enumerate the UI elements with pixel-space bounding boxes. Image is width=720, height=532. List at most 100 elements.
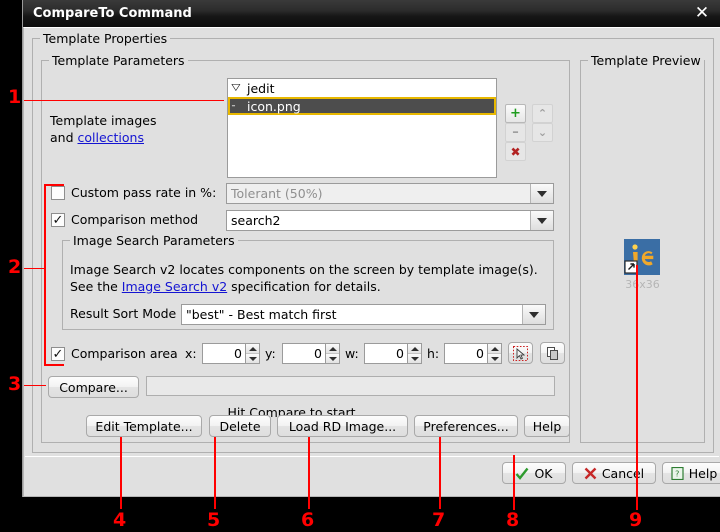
delete-button[interactable]: Delete: [209, 415, 271, 437]
spinner-down-icon[interactable]: [326, 354, 339, 363]
template-preview-image: [624, 239, 660, 275]
preferences-button-label: Preferences...: [423, 419, 508, 434]
tree-row[interactable]: - icon.png: [228, 97, 496, 115]
chevron-down-icon[interactable]: [530, 211, 553, 230]
spinner-arrows[interactable]: [487, 343, 502, 364]
spinner-arrows[interactable]: [325, 343, 340, 364]
spinner-up-icon[interactable]: [246, 344, 259, 354]
spinner-up-icon[interactable]: [488, 344, 501, 354]
annotation-number-9: 9: [629, 511, 642, 530]
title-bar: CompareTo Command ✕: [23, 0, 720, 27]
annotation-number-5: 5: [207, 511, 220, 530]
template-images-label-line1: Template images: [50, 112, 156, 129]
help-button-label: Help: [533, 419, 562, 434]
template-preview-size-label: 36x36: [580, 278, 705, 291]
annotation-leader-6: [308, 437, 310, 509]
template-images-label-line2-prefix: and: [50, 130, 78, 145]
annotation-number-1: 1: [8, 88, 21, 107]
comparison-area-y-label: y:: [265, 346, 276, 361]
chevron-down-icon[interactable]: [530, 184, 553, 203]
compare-progress-bar: [146, 376, 555, 396]
jedit-app-icon: [624, 239, 660, 275]
load-rd-image-button[interactable]: Load RD Image...: [277, 415, 408, 437]
template-images-label: Template images and collections: [50, 112, 156, 146]
spinner-down-icon[interactable]: [408, 354, 421, 363]
close-icon[interactable]: ✕: [691, 2, 713, 24]
move-down-button[interactable]: ⌄: [532, 123, 553, 142]
spinner-arrows[interactable]: [407, 343, 422, 364]
result-sort-mode-value: "best" - Best match first: [186, 307, 337, 322]
comparison-area-y-value[interactable]: 0: [282, 343, 325, 364]
annotation-number-8: 8: [506, 511, 519, 530]
preferences-button[interactable]: Preferences...: [414, 415, 518, 437]
chevron-up-icon: ⌃: [538, 108, 547, 119]
pick-comparison-area-button[interactable]: [508, 342, 533, 364]
help-dialog-button[interactable]: ? Help: [662, 462, 720, 484]
compare-button-label: Compare...: [59, 380, 128, 395]
custom-pass-rate-combo[interactable]: Tolerant (50%): [226, 183, 554, 204]
comparison-area-x-spinner[interactable]: 0: [202, 343, 260, 364]
annotation-leader-7: [439, 437, 441, 509]
move-up-button[interactable]: ⌃: [532, 104, 553, 123]
copy-comparison-area-button[interactable]: [540, 342, 565, 364]
image-search-description-line1: Image Search v2 locates components on th…: [70, 261, 538, 278]
comparison-method-value: search2: [231, 213, 280, 228]
image-search-description-line2-suffix: specification for details.: [227, 279, 381, 294]
image-search-v2-link[interactable]: Image Search v2: [122, 279, 227, 294]
comparison-method-combo[interactable]: search2: [226, 210, 554, 231]
cursor-select-icon: [513, 346, 528, 361]
spinner-down-icon[interactable]: [488, 354, 501, 363]
svg-text:?: ?: [675, 469, 679, 478]
spinner-arrows[interactable]: [245, 343, 260, 364]
edit-template-button-label: Edit Template...: [95, 419, 192, 434]
cancel-button[interactable]: Cancel: [572, 462, 656, 484]
annotation-leader-9: [636, 265, 638, 510]
leaf-dash-icon: -: [231, 101, 245, 111]
delete-button-label: Delete: [219, 419, 260, 434]
result-sort-mode-label: Result Sort Mode: [70, 306, 176, 321]
comparison-area-w-spinner[interactable]: 0: [364, 343, 422, 364]
custom-pass-rate-value: Tolerant (50%): [231, 186, 322, 201]
template-parameters-legend: Template Parameters: [49, 53, 188, 68]
annotation-bracket-2: [44, 184, 64, 366]
chevron-down-icon[interactable]: ▽: [231, 83, 245, 93]
chevron-down-icon: ⌄: [538, 127, 547, 138]
tree-item-label: icon.png: [247, 99, 301, 114]
copy-icon: [545, 346, 560, 361]
plus-icon: +: [510, 107, 521, 120]
annotation-number-2: 2: [8, 258, 21, 277]
compare-button[interactable]: Compare...: [48, 376, 139, 398]
spinner-up-icon[interactable]: [326, 344, 339, 354]
comparison-area-w-value[interactable]: 0: [364, 343, 407, 364]
check-icon: [515, 467, 529, 480]
comparison-area-w-label: w:: [345, 346, 359, 361]
chevron-down-icon[interactable]: [522, 305, 545, 324]
delete-x-icon: ✖: [510, 146, 520, 158]
collections-link[interactable]: collections: [78, 130, 145, 145]
x-icon: [584, 467, 597, 480]
comparison-area-label: Comparison area: [71, 346, 178, 361]
help-button[interactable]: Help: [524, 415, 570, 437]
comparison-area-h-spinner[interactable]: 0: [444, 343, 502, 364]
comparison-area-h-value[interactable]: 0: [444, 343, 487, 364]
spinner-down-icon[interactable]: [246, 354, 259, 363]
minus-icon: –: [512, 126, 519, 139]
annotation-leader-2: [24, 268, 44, 269]
remove-template-button[interactable]: –: [505, 123, 526, 142]
add-template-button[interactable]: +: [505, 104, 526, 123]
ok-button-label: OK: [534, 466, 552, 481]
help-doc-icon: ?: [671, 467, 684, 480]
custom-pass-rate-label: Custom pass rate in %:: [71, 185, 216, 200]
comparison-area-x-value[interactable]: 0: [202, 343, 245, 364]
comparison-area-y-spinner[interactable]: 0: [282, 343, 340, 364]
edit-template-button[interactable]: Edit Template...: [86, 415, 202, 437]
delete-template-button[interactable]: ✖: [505, 142, 526, 161]
annotation-leader-4: [120, 437, 122, 509]
ok-button[interactable]: OK: [502, 462, 566, 484]
template-images-tree[interactable]: ▽ jedit - icon.png: [227, 78, 497, 178]
image-search-description-line2-prefix: See the: [70, 279, 122, 294]
result-sort-mode-combo[interactable]: "best" - Best match first: [181, 304, 546, 325]
tree-row[interactable]: ▽ jedit: [228, 79, 496, 97]
spinner-up-icon[interactable]: [408, 344, 421, 354]
load-rd-image-button-label: Load RD Image...: [289, 419, 396, 434]
